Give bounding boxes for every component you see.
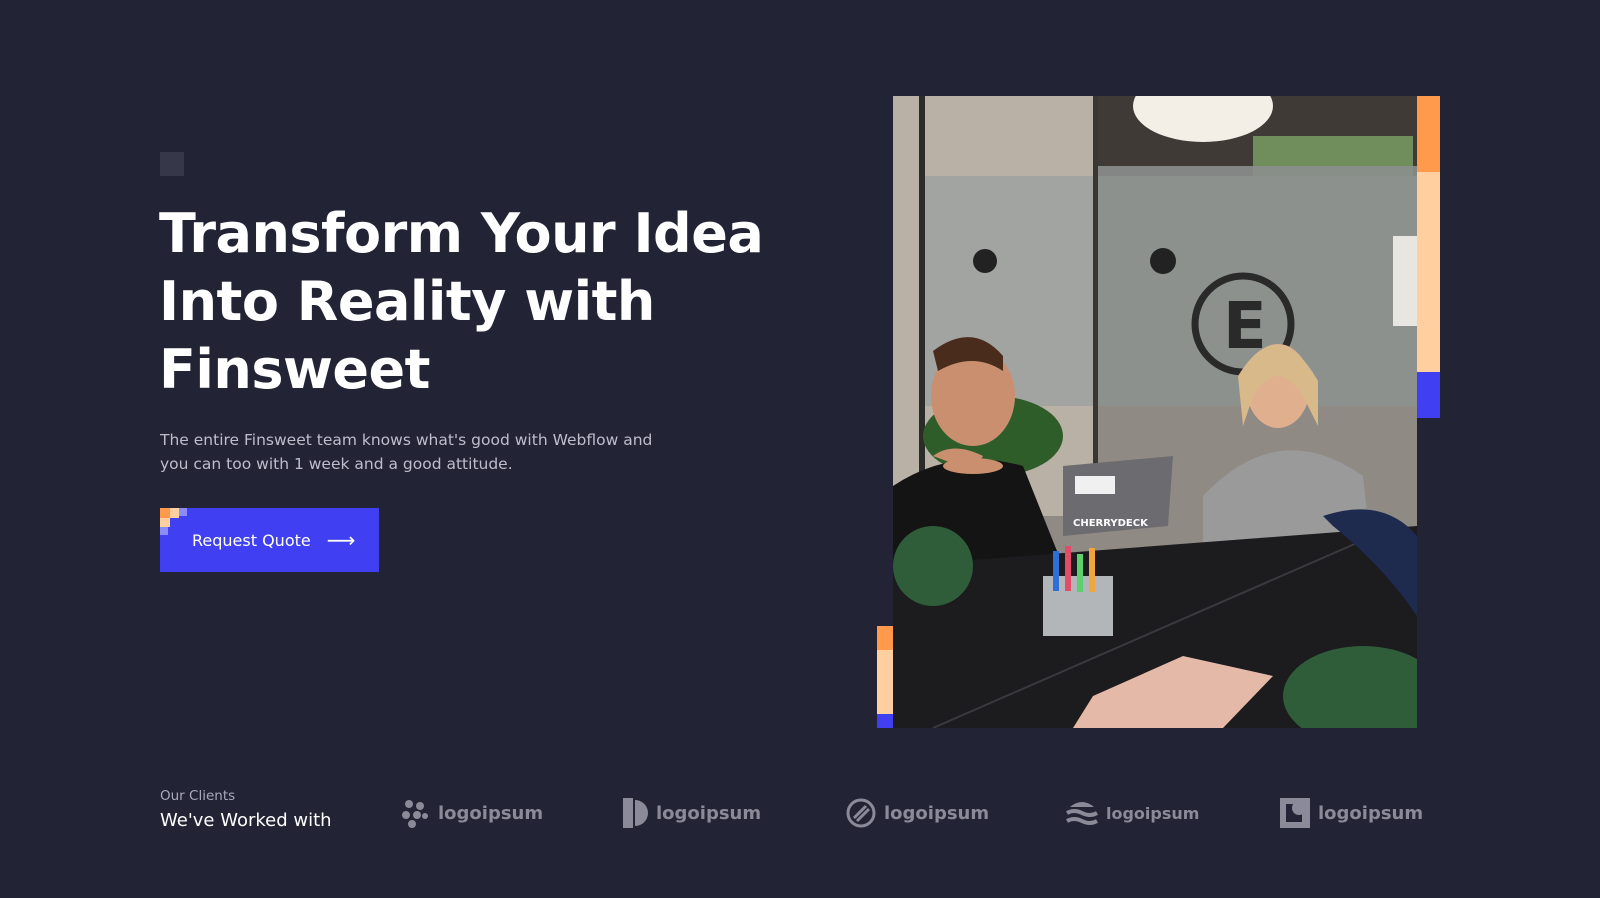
- pixel-accent-peach: [170, 508, 179, 518]
- hero-title-line: Transform Your Idea: [159, 202, 764, 265]
- decorative-square: [160, 152, 184, 176]
- accent-bar-peach: [1417, 172, 1440, 372]
- accent-bar-orange: [1417, 96, 1440, 172]
- hero-title-line: Into Reality with: [159, 270, 655, 333]
- arrow-right-icon: ⟶: [326, 528, 356, 552]
- striped-circle-logo-icon: [846, 798, 876, 828]
- pixel-accent-peach: [160, 518, 170, 527]
- square-circle-logo-icon: [1280, 798, 1310, 828]
- hero-page: Transform Your Idea Into Reality with Fi…: [0, 0, 1600, 898]
- waves-logo-icon: [1066, 802, 1098, 825]
- accent-bar-blue: [877, 714, 893, 728]
- meeting-photo: E CHERRYDECK: [893, 96, 1417, 728]
- client-logo-text: logoipsum: [884, 802, 990, 824]
- request-quote-wrapper: Request Quote ⟶: [160, 508, 379, 572]
- hero-subtitle-line: you can too with 1 week and a good attit…: [160, 455, 513, 473]
- meeting-photo-illustration: E CHERRYDECK: [893, 96, 1417, 728]
- clients-title: We've Worked with: [160, 810, 332, 831]
- pixel-accent-light: [160, 527, 168, 535]
- client-logo-text: logoipsum: [1318, 802, 1424, 824]
- hero-subtitle-line: The entire Finsweet team knows what's go…: [160, 431, 653, 449]
- pixel-accent-orange: [160, 508, 170, 518]
- accent-bar-blue: [1417, 372, 1440, 418]
- half-circle-logo-icon: [623, 798, 648, 828]
- client-logo-text: logoipsum: [438, 802, 544, 824]
- clients-label: Our Clients: [160, 788, 236, 804]
- hero-image-block: E CHERRYDECK: [877, 96, 1440, 728]
- accent-bar-peach: [877, 650, 893, 714]
- client-logo[interactable]: logoipsum: [846, 795, 989, 831]
- client-logo[interactable]: logoipsum: [400, 795, 543, 831]
- client-logo[interactable]: logoipsum: [1280, 795, 1423, 831]
- request-quote-button[interactable]: Request Quote ⟶: [160, 508, 379, 572]
- request-quote-label: Request Quote: [192, 530, 311, 550]
- svg-text:CHERRYDECK: CHERRYDECK: [1073, 518, 1149, 529]
- dots-cluster-logo-icon: [402, 800, 428, 828]
- pixel-accent-light: [179, 508, 187, 516]
- hero-title-line: Finsweet: [159, 338, 430, 401]
- hero-subtitle: The entire Finsweet team knows what's go…: [160, 428, 680, 476]
- hero-title: Transform Your Idea Into Reality with Fi…: [159, 200, 799, 404]
- client-logo-text: logoipsum: [656, 802, 762, 824]
- client-logo-text: logoipsum: [1106, 803, 1200, 823]
- client-logo[interactable]: logoipsum: [622, 795, 761, 831]
- accent-bar-orange: [877, 626, 893, 650]
- client-logo[interactable]: logoipsum: [1066, 795, 1199, 831]
